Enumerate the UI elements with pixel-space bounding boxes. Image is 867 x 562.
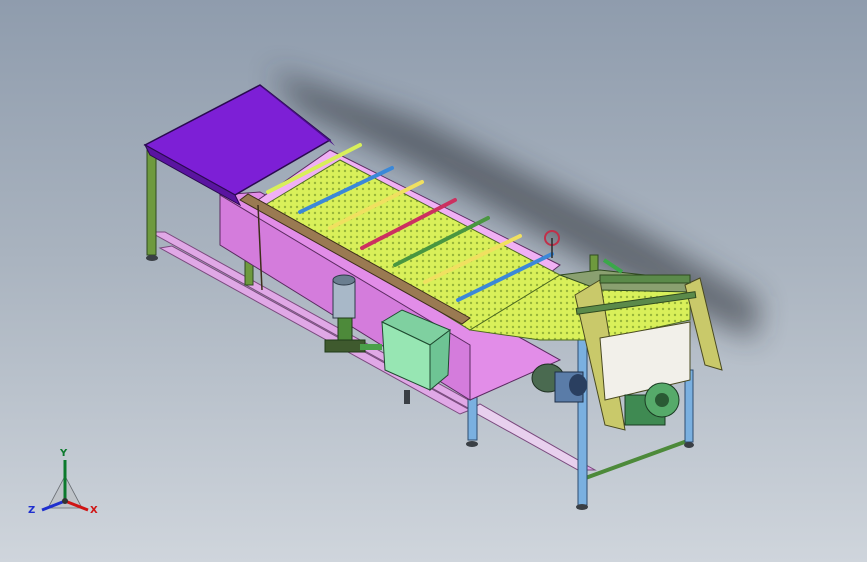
coordinate-triad: Y X Z bbox=[22, 446, 108, 526]
triad-z-label: Z bbox=[28, 505, 36, 516]
model-viewport[interactable]: Y X Z bbox=[0, 0, 867, 562]
triad-origin bbox=[62, 498, 68, 504]
washing-machine-model[interactable] bbox=[0, 0, 867, 562]
triad-y-label: Y bbox=[60, 448, 68, 459]
triad-x-label: X bbox=[90, 505, 98, 516]
